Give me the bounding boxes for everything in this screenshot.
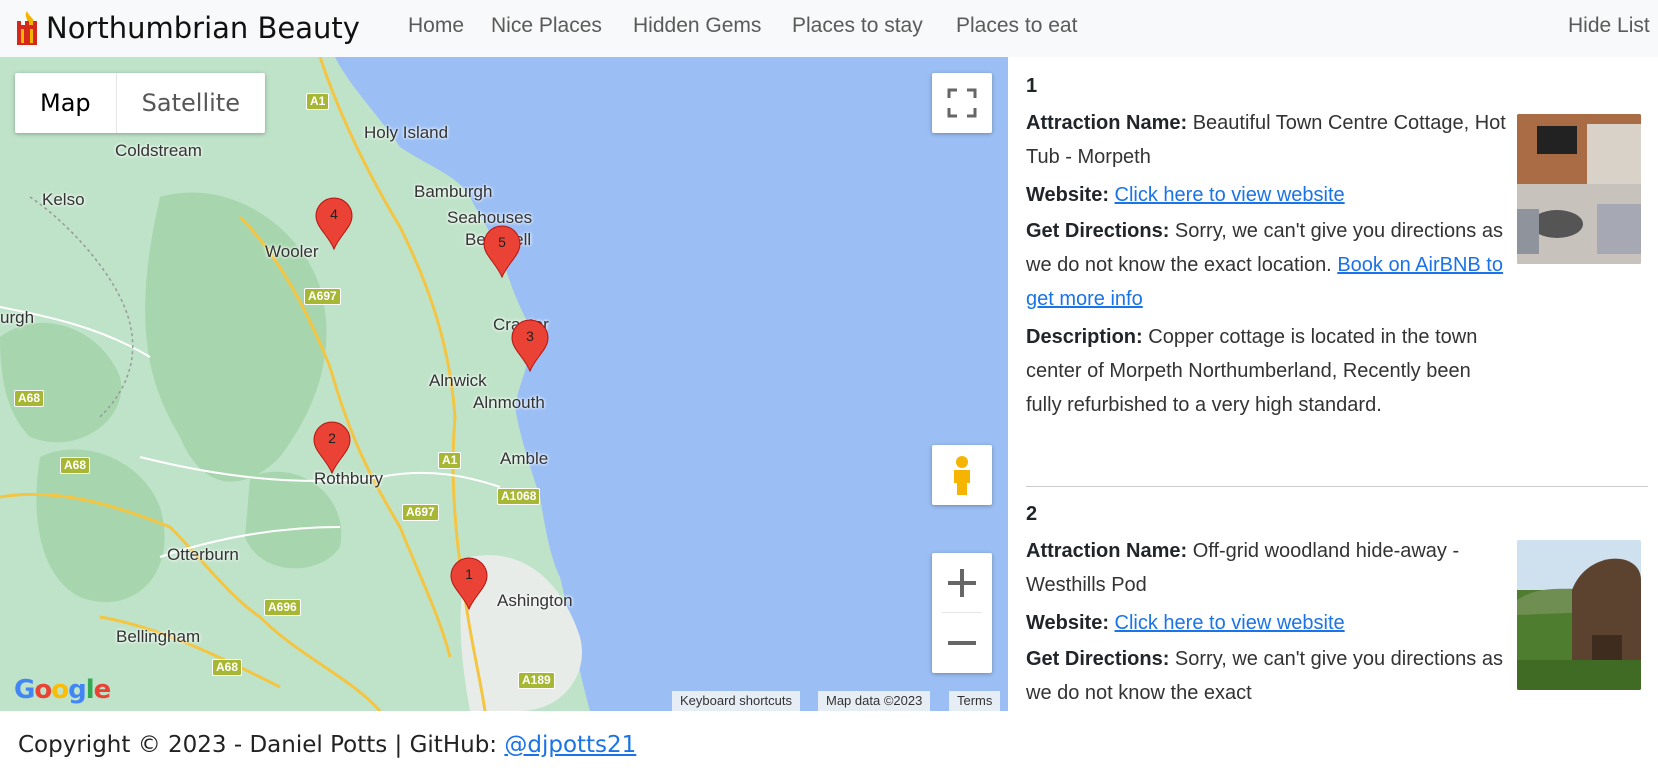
map-canvas[interactable]: Map Satellite Holy Island Coldstream Kel… <box>0 57 1008 711</box>
attraction-photo-pod <box>1517 540 1641 690</box>
road-shield: A1 <box>438 452 462 469</box>
map-data-attribution: Map data ©2023 <box>818 691 931 711</box>
entry-divider <box>1026 486 1648 487</box>
website-link[interactable]: Click here to view website <box>1115 184 1345 206</box>
place-label: Bellingham <box>116 627 201 646</box>
place-label: Holy Island <box>364 123 449 142</box>
attraction-name: Attraction Name: Off-grid woodland hide-… <box>1026 534 1506 602</box>
place-label: Ashington <box>497 591 573 610</box>
website-link[interactable]: Click here to view website <box>1115 612 1345 634</box>
place-label: Kelso <box>42 190 85 209</box>
plus-icon <box>948 569 976 597</box>
zoom-control <box>932 553 992 673</box>
woodland-pod-image <box>1517 540 1641 690</box>
marker-label: 5 <box>498 234 506 250</box>
place-label: Bamburgh <box>414 182 493 201</box>
road-shield: A68 <box>212 659 243 676</box>
road-shield: A697 <box>402 504 439 521</box>
cottage-interior-image <box>1517 114 1641 264</box>
castle-logo-icon <box>17 11 37 45</box>
marker-label: 1 <box>465 566 473 582</box>
zoom-out-button[interactable] <box>932 613 992 673</box>
nav-places-to-eat-link[interactable]: Places to eat <box>956 14 1077 38</box>
brand[interactable]: Northumbrian Beauty <box>14 8 360 48</box>
hide-list-toggle[interactable]: Hide List <box>1568 14 1650 38</box>
keyboard-shortcuts-link[interactable]: Keyboard shortcuts <box>672 691 801 711</box>
zoom-in-button[interactable] <box>932 553 992 613</box>
map-marker-5[interactable]: 5 <box>482 225 522 279</box>
place-label: Amble <box>500 449 549 468</box>
brand-title: Northumbrian Beauty <box>46 11 360 45</box>
field-label: Website: <box>1026 612 1109 634</box>
attraction-directions: Get Directions: Sorry, we can't give you… <box>1026 642 1506 710</box>
road-shield: A189 <box>518 672 555 689</box>
nav-places-to-stay-link[interactable]: Places to stay <box>792 14 923 38</box>
attraction-directions: Get Directions: Sorry, we can't give you… <box>1026 214 1506 316</box>
navbar: Northumbrian Beauty Home Nice Places Hid… <box>0 0 1658 57</box>
attraction-photo-cottage <box>1517 114 1641 264</box>
entry-number: 1 <box>1026 75 1038 97</box>
map-type-map-button[interactable]: Map <box>15 73 117 133</box>
place-label: Coldstream <box>115 141 202 160</box>
pegman-icon <box>954 456 970 495</box>
place-label: urgh <box>0 308 35 327</box>
entry-number: 2 <box>1026 503 1038 525</box>
road-shield: A696 <box>264 599 301 616</box>
place-label: Alnmouth <box>473 393 545 412</box>
attraction-list[interactable]: 1 Attraction Name: Beautiful Town Centre… <box>1008 57 1658 711</box>
fullscreen-button[interactable] <box>932 73 992 133</box>
place-label: Otterburn <box>167 545 239 564</box>
google-logo: Google <box>14 675 111 705</box>
footer: Copyright © 2023 - Daniel Potts | GitHub… <box>18 732 636 758</box>
road-shield: A1068 <box>497 488 541 505</box>
marker-label: 2 <box>328 430 336 446</box>
nav-home-link[interactable]: Home <box>408 14 464 38</box>
attraction-name: Attraction Name: Beautiful Town Centre C… <box>1026 106 1506 174</box>
map-marker-1[interactable]: 1 <box>449 557 489 611</box>
marker-label: 3 <box>526 328 534 344</box>
nav-hidden-gems-link[interactable]: Hidden Gems <box>633 14 761 38</box>
fullscreen-icon <box>947 88 977 118</box>
place-label: Wooler <box>265 242 319 261</box>
road-shield: A697 <box>304 288 341 305</box>
minus-icon <box>948 641 976 645</box>
map-type-satellite-button[interactable]: Satellite <box>117 73 265 133</box>
road-shield: A68 <box>14 390 45 407</box>
map-marker-3[interactable]: 3 <box>510 319 550 373</box>
field-label: Description: <box>1026 326 1143 348</box>
road-shield: A1 <box>306 93 330 110</box>
terms-link[interactable]: Terms <box>949 691 1001 711</box>
field-label: Attraction Name: <box>1026 540 1188 562</box>
place-label: Alnwick <box>429 371 487 390</box>
map-marker-4[interactable]: 4 <box>314 197 354 251</box>
attraction-website: Website: Click here to view website <box>1026 606 1506 640</box>
map-marker-2[interactable]: 2 <box>312 421 352 475</box>
marker-label: 4 <box>330 206 338 222</box>
attraction-description: Description: Copper cottage is located i… <box>1026 320 1506 422</box>
copyright-text: Copyright © 2023 - Daniel Potts | GitHub… <box>18 732 505 758</box>
field-label: Attraction Name: <box>1026 112 1188 134</box>
road-shield: A68 <box>60 457 91 474</box>
zoom-divider <box>942 612 982 613</box>
field-label: Website: <box>1026 184 1109 206</box>
map-type-control: Map Satellite <box>15 73 265 133</box>
github-link[interactable]: @djpotts21 <box>504 732 636 758</box>
street-view-pegman-button[interactable] <box>932 445 992 505</box>
attraction-website: Website: Click here to view website <box>1026 178 1506 212</box>
field-label: Get Directions: <box>1026 648 1170 670</box>
field-label: Get Directions: <box>1026 220 1170 242</box>
nav-nice-places-link[interactable]: Nice Places <box>491 14 602 38</box>
